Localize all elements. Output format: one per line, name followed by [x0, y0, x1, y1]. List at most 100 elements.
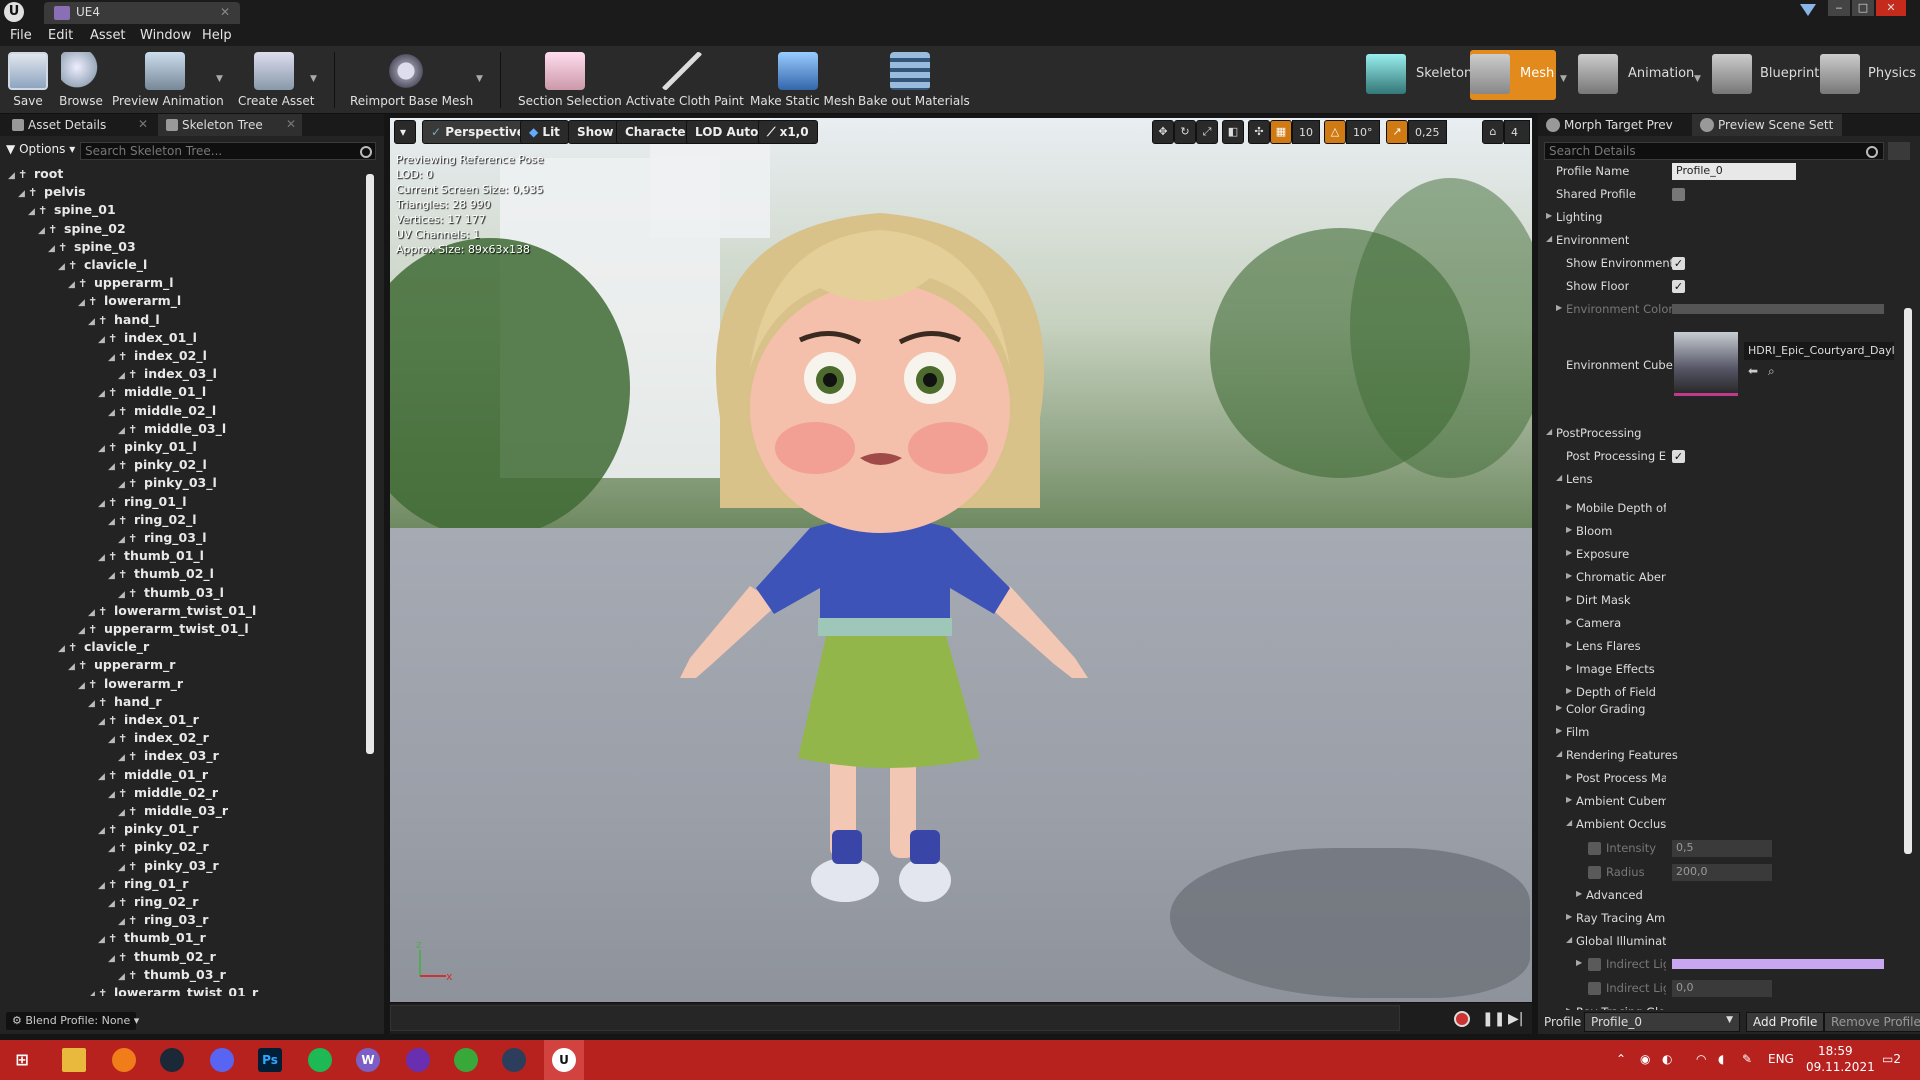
tree-item[interactable]: ◢ ✝ index_01_r	[98, 712, 199, 730]
tree-item[interactable]: ◢ ✝ spine_03	[48, 239, 136, 257]
mesh-dropdown-icon[interactable]: ▼	[1560, 74, 1567, 84]
tree-item[interactable]: ◢ ✝ middle_02_l	[108, 403, 216, 421]
tree-item[interactable]: ◢ ✝ lowerarm_twist_01_l	[88, 603, 256, 621]
expand-arrow-icon[interactable]: ▶	[1566, 640, 1572, 649]
tray-app-icon[interactable]: ◉	[1640, 1052, 1650, 1066]
expand-arrow-icon[interactable]: ◢	[118, 863, 128, 873]
close-tab-icon[interactable]: ✕	[220, 5, 230, 19]
lit-button[interactable]: ◆ Lit	[520, 120, 569, 144]
ray-tracing-ao-row[interactable]: ▶ Ray Tracing Amb	[1538, 907, 1898, 929]
expand-arrow-icon[interactable]: ▶	[1566, 571, 1572, 580]
activate-cloth-paint-button[interactable]: Activate Cloth Paint	[626, 50, 744, 110]
expand-arrow-icon[interactable]: ▶	[1566, 502, 1572, 511]
expand-arrow-icon[interactable]: ◢	[98, 499, 108, 509]
expand-arrow-icon[interactable]: ▶	[1566, 617, 1572, 626]
details-search-input[interactable]: Search Details	[1544, 142, 1884, 160]
expand-arrow-icon[interactable]: ◢	[108, 408, 118, 418]
notifications-icon[interactable]: ▭2	[1882, 1052, 1901, 1066]
expand-arrow-icon[interactable]: ◢	[108, 899, 118, 909]
spotify-icon[interactable]	[308, 1048, 332, 1072]
close-tab-icon[interactable]: ✕	[138, 117, 148, 131]
expand-arrow-icon[interactable]: ◢	[118, 972, 128, 982]
expand-arrow-icon[interactable]: ◢	[118, 590, 128, 600]
preview-animation-dropdown-icon[interactable]: ▼	[216, 74, 223, 84]
expand-arrow-icon[interactable]: ◢	[88, 990, 98, 996]
translate-icon[interactable]: ✥	[1152, 120, 1174, 144]
rotation-snap-icon[interactable]: △	[1324, 120, 1346, 144]
lens-subcategory[interactable]: ▶ Exposure	[1538, 543, 1898, 565]
bake-out-materials-button[interactable]: Bake out Materials	[858, 50, 970, 110]
camera-speed-value[interactable]: 4	[1504, 120, 1530, 144]
profile-dropdown[interactable]: Profile_0 ▼	[1584, 1012, 1740, 1032]
photoshop-icon[interactable]: Ps	[258, 1048, 282, 1072]
expand-arrow-icon[interactable]: ◢	[78, 681, 88, 691]
record-icon[interactable]	[1454, 1011, 1470, 1027]
radius-input[interactable]: 200,0	[1672, 864, 1772, 881]
expand-arrow-icon[interactable]: ◢	[118, 917, 128, 927]
expand-arrow-icon[interactable]: ◢	[98, 826, 108, 836]
browse-asset-icon[interactable]: ⌕	[1768, 364, 1775, 379]
expand-arrow-icon[interactable]: ◢	[108, 517, 118, 527]
intensity-input[interactable]: 0,5	[1672, 840, 1772, 857]
pen-icon[interactable]: ✎	[1742, 1052, 1752, 1066]
view-options-icon[interactable]	[1888, 142, 1910, 160]
step-forward-icon[interactable]: ▶|	[1508, 1011, 1523, 1027]
post-process-materials-row[interactable]: ▶ Post Process Mat	[1538, 767, 1898, 789]
save-button[interactable]: Save	[8, 50, 48, 110]
expand-arrow-icon[interactable]: ◢	[8, 171, 18, 181]
tree-item[interactable]: ◢ ✝ index_03_r	[118, 748, 219, 766]
skeleton-tree-scrollbar[interactable]	[366, 174, 374, 754]
tree-item[interactable]: ◢ ✝ index_03_l	[118, 366, 217, 384]
expand-arrow-icon[interactable]: ◢	[118, 426, 128, 436]
expand-arrow-icon[interactable]: ◢	[98, 389, 108, 399]
show-floor-checkbox[interactable]: ✓	[1672, 280, 1685, 293]
expand-arrow-icon[interactable]: ◢	[98, 881, 108, 891]
expand-arrow-icon[interactable]: ◢	[118, 371, 128, 381]
tree-item[interactable]: ◢ ✝ ring_03_r	[118, 912, 208, 930]
tree-item[interactable]: ◢ ✝ spine_02	[38, 221, 126, 239]
lens-subcategory[interactable]: ▶ Image Effects	[1538, 658, 1898, 680]
tree-item[interactable]: ◢ ✝ pinky_02_r	[108, 839, 209, 857]
expand-arrow-icon[interactable]: ▶	[1566, 594, 1572, 603]
tree-item[interactable]: ◢ ✝ lowerarm_r	[78, 676, 183, 694]
podcast-app-icon[interactable]	[406, 1048, 430, 1072]
expand-arrow-icon[interactable]: ◢	[88, 608, 98, 618]
viewport-options-dropdown[interactable]: ▾	[394, 120, 416, 144]
advanced-row[interactable]: ▶ Advanced	[1538, 884, 1898, 906]
tree-item[interactable]: ◢ ✝ ring_03_l	[118, 530, 206, 548]
tree-item[interactable]: ◢ ✝ index_02_l	[108, 348, 207, 366]
preview-viewport[interactable]: Previewing Reference Pose LOD: 0 Current…	[390, 118, 1532, 1002]
rotate-icon[interactable]: ↻	[1174, 120, 1196, 144]
rendering-features-category[interactable]: ◢ Rendering Features	[1538, 744, 1898, 766]
menu-edit[interactable]: Edit	[48, 28, 73, 43]
lens-subcategory[interactable]: ▶ Depth of Field	[1538, 681, 1898, 703]
tree-item[interactable]: ◢ ✝ thumb_03_l	[118, 585, 224, 603]
lens-subcategory[interactable]: ▶ Dirt Mask	[1538, 589, 1898, 611]
expand-arrow-icon[interactable]: ▶	[1566, 548, 1572, 557]
tree-item[interactable]: ◢ ✝ pinky_03_r	[118, 858, 219, 876]
tree-item[interactable]: ◢ ✝ spine_01	[28, 202, 116, 220]
clock-time[interactable]: 18:59	[1818, 1044, 1853, 1058]
expand-arrow-icon[interactable]: ◢	[68, 280, 78, 290]
expand-arrow-icon[interactable]: ◢	[98, 717, 108, 727]
tree-item[interactable]: ◢ ✝ upperarm_twist_01_l	[78, 621, 249, 639]
expand-arrow-icon[interactable]: ◢	[58, 644, 68, 654]
tab-asset-details[interactable]: Asset Details ✕	[4, 114, 154, 136]
add-profile-button[interactable]: Add Profile	[1746, 1012, 1825, 1032]
postprocessing-category[interactable]: ◢ PostProcessing	[1538, 422, 1898, 444]
options-button[interactable]: ▼ Options ▾	[6, 142, 75, 156]
discord-icon[interactable]	[210, 1048, 234, 1072]
shared-profile-checkbox[interactable]	[1672, 188, 1685, 201]
post-processing-enabled-checkbox[interactable]: ✓	[1672, 450, 1685, 463]
section-selection-button[interactable]: Section Selection	[518, 50, 622, 110]
expand-arrow-icon[interactable]: ◢	[118, 808, 128, 818]
tree-item[interactable]: ◢ ✝ ring_02_r	[108, 894, 198, 912]
remove-profile-button[interactable]: Remove Profile	[1824, 1012, 1920, 1032]
lens-subcategory[interactable]: ▶ Mobile Depth of F	[1538, 497, 1898, 519]
tree-item[interactable]: ◢ ✝ thumb_01_r	[98, 930, 206, 948]
cubemap-thumbnail[interactable]	[1674, 332, 1738, 396]
unreal-taskbar-button[interactable]: U	[544, 1040, 584, 1080]
expand-arrow-icon[interactable]: ◢	[108, 954, 118, 964]
language-indicator[interactable]: ENG	[1768, 1052, 1794, 1066]
browse-button[interactable]: Browse	[58, 50, 104, 110]
